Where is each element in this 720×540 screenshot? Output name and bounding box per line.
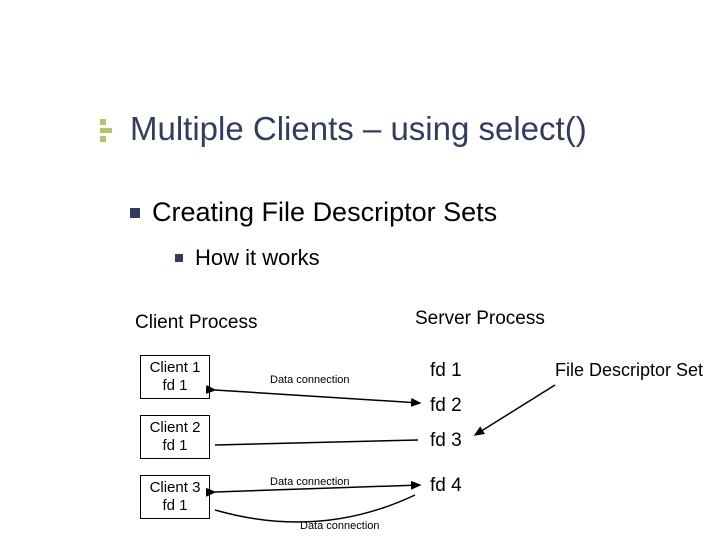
client-fd: fd 1 [162,437,187,454]
bullet-level-1: Creating File Descriptor Sets [130,197,497,228]
data-connection-label: Data connection [270,374,350,386]
bullet-icon [130,208,140,218]
server-process-label: Server Process [415,308,545,330]
client-box-3: Client 3 fd 1 [140,475,210,519]
title-decoration [100,119,112,142]
client-name: Client 3 [150,479,201,496]
client-fd: fd 1 [162,497,187,514]
client-fd: fd 1 [162,377,187,394]
server-fd-4: fd 4 [430,475,462,497]
bullet-level-2: How it works [175,245,320,271]
bullet-icon [175,254,183,262]
client-box-1: Client 1 fd 1 [140,355,210,399]
fd-set-label: File Descriptor Set [555,360,703,381]
bullet-text: How it works [195,245,320,271]
data-connection-label: Data connection [300,520,380,532]
bullet-text: Creating File Descriptor Sets [152,197,497,228]
server-fd-3: fd 3 [430,430,462,452]
diagram-arrows [0,0,720,540]
client-process-label: Client Process [135,312,258,334]
title-text: Multiple Clients – using select() [130,110,587,148]
client-box-2: Client 2 fd 1 [140,415,210,459]
data-connection-label: Data connection [270,476,350,488]
server-fd-1: fd 1 [430,360,462,382]
slide-title: Multiple Clients – using select() [100,110,587,148]
client-name: Client 1 [150,359,201,376]
client-name: Client 2 [150,419,201,436]
server-fd-2: fd 2 [430,395,462,417]
